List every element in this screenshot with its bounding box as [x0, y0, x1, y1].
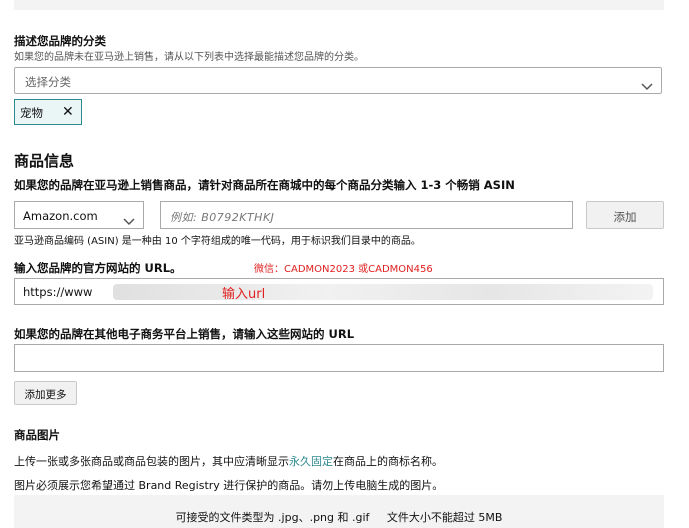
images-instruction-1-end: 在商品上的商标名称。 [333, 455, 443, 468]
add-asin-label: 添加 [613, 210, 637, 224]
other-sites-url-input[interactable] [14, 344, 664, 372]
url-annotation: 输入url [222, 287, 266, 302]
images-instruction-2: 图片必须展示您希望通过 Brand Registry 进行保护的商品。请勿上传电… [14, 479, 444, 492]
asin-input[interactable]: 例如: B0792KTHKJ [160, 201, 573, 229]
asin-prompt: 如果您的品牌在亚马逊上销售商品，请针对商品所在商城中的每个商品分类输入 1-3 … [14, 178, 515, 192]
add-more-button[interactable]: 添加更多 [14, 381, 77, 405]
website-url-value: https://www [23, 285, 93, 299]
asin-placeholder: 例如: B0792KTHKJ [170, 211, 275, 224]
category-select[interactable]: 选择分类 [14, 67, 662, 94]
upload-file-note: 可接受的文件类型为 .jpg、.png 和 .gif 文件大小不能超过 5MB [175, 511, 503, 524]
add-asin-button[interactable]: 添加 [586, 201, 664, 229]
selected-category-label: 宠物 [20, 106, 43, 120]
selected-category-tag: 宠物 ✕ [14, 99, 82, 125]
product-images-heading: 商品图片 [14, 428, 60, 442]
category-heading: 描述您品牌的分类 [14, 34, 106, 48]
previous-section-bar [14, 0, 664, 10]
add-more-label: 添加更多 [24, 389, 67, 401]
asin-help-text: 亚马逊商品编码 (ASIN) 是一种由 10 个字符组成的唯一代码，用于标识我们… [14, 236, 421, 247]
chevron-down-icon [641, 76, 653, 95]
permanently-affixed-link[interactable]: 永久固定 [289, 455, 333, 468]
watermark-text: 微信：CADMON2023 或CADMON456 [254, 264, 433, 275]
remove-tag-icon[interactable]: ✕ [62, 105, 74, 119]
blurred-url-region [113, 284, 653, 300]
images-instruction-1: 上传一张或多张商品或商品包装的图片，其中应清晰显示永久固定在商品上的商标名称。 [14, 453, 443, 469]
website-url-input[interactable]: https://www [14, 278, 664, 305]
category-subtext: 如果您的品牌未在亚马逊上销售，请从以下列表中选择最能描述您品牌的分类。 [14, 52, 364, 63]
website-label: 输入您品牌的官方网站的 URL。 [14, 261, 182, 275]
category-select-placeholder: 选择分类 [25, 75, 71, 89]
product-info-heading: 商品信息 [14, 152, 75, 170]
images-instruction-1-start: 上传一张或多张商品或商品包装的图片，其中应清晰显示 [14, 455, 289, 468]
marketplace-value: Amazon.com [23, 209, 98, 223]
other-sites-label: 如果您的品牌在其他电子商务平台上销售，请输入这些网站的 URL [14, 327, 355, 341]
chevron-down-icon [123, 211, 135, 230]
image-upload-area[interactable]: 可接受的文件类型为 .jpg、.png 和 .gif 文件大小不能超过 5MB [14, 495, 664, 528]
marketplace-select[interactable]: Amazon.com [14, 201, 144, 229]
